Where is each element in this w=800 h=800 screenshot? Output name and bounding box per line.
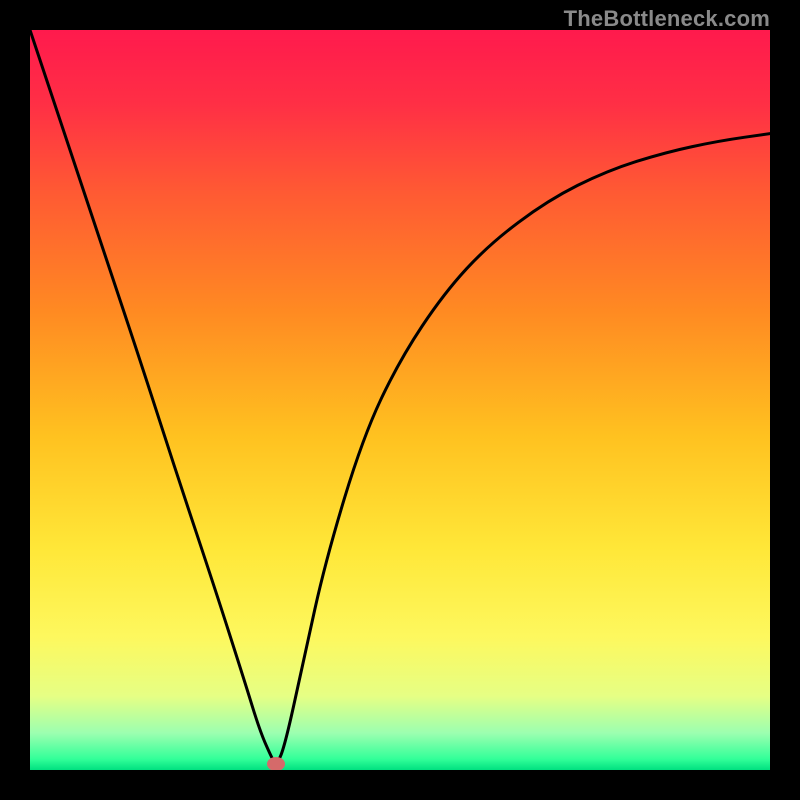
plot-area (30, 30, 770, 770)
bottleneck-curve (30, 30, 770, 770)
chart-frame: TheBottleneck.com (0, 0, 800, 800)
watermark-text: TheBottleneck.com (564, 6, 770, 32)
optimal-point-marker (267, 757, 285, 770)
